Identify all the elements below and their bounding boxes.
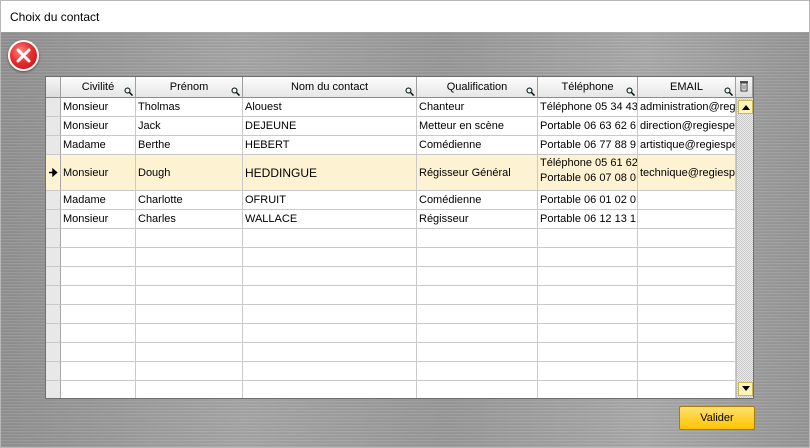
row-selector[interactable] [46,155,61,191]
dialog-window: Choix du contact Civilité Prénom Nom du … [0,0,810,448]
empty-row [46,362,736,381]
close-button[interactable] [8,40,39,71]
table-row[interactable]: Madame Berthe HEBERT Comédienne Portable… [46,136,736,155]
empty-row [46,343,736,362]
row-selector[interactable] [46,191,61,210]
empty-row [46,305,736,324]
validate-button[interactable]: Valider [679,406,755,430]
arrow-down-icon [742,386,750,391]
search-icon[interactable] [724,87,733,96]
column-header-email[interactable]: EMAIL [638,77,736,98]
table-row[interactable]: Madame Charlotte OFRUIT Comédienne Porta… [46,191,736,210]
header-tools [736,77,753,98]
row-pointer-icon [49,168,58,177]
title-bar: Choix du contact [1,1,809,32]
column-header-telephone[interactable]: Téléphone [538,77,638,98]
empty-row [46,286,736,305]
column-header-qualification[interactable]: Qualification [417,77,538,98]
window-title: Choix du contact [10,10,100,24]
scroll-up-button[interactable] [738,100,753,114]
empty-row [46,229,736,248]
empty-row [46,267,736,286]
scroll-down-button[interactable] [738,382,753,396]
empty-row [46,324,736,343]
arrow-up-icon [742,105,750,110]
row-selector[interactable] [46,117,61,136]
column-header-prenom[interactable]: Prénom [136,77,243,98]
row-selector[interactable] [46,98,61,117]
table-row[interactable]: Monsieur Charles WALLACE Régisseur Porta… [46,210,736,229]
table-row-selected[interactable]: Monsieur Dough HEDDINGUE Régisseur Génér… [46,155,736,191]
search-icon[interactable] [405,87,414,96]
search-icon[interactable] [626,87,635,96]
search-icon[interactable] [124,87,133,96]
row-selector[interactable] [46,136,61,155]
column-header-civilite[interactable]: Civilité [61,77,136,98]
table-row[interactable]: Monsieur Jack DEJEUNE Metteur en scène P… [46,117,736,136]
search-icon[interactable] [231,87,240,96]
close-icon [16,48,31,63]
contacts-table: Civilité Prénom Nom du contact Qualifica… [45,76,754,399]
empty-row [46,248,736,267]
empty-row [46,381,736,398]
table-header: Civilité Prénom Nom du contact Qualifica… [46,77,753,98]
header-corner [46,77,61,98]
search-icon[interactable] [526,87,535,96]
trash-icon[interactable] [739,80,749,92]
row-selector[interactable] [46,210,61,229]
column-header-nom[interactable]: Nom du contact [243,77,417,98]
table-row[interactable]: Monsieur Tholmas Alouest Chanteur Téléph… [46,98,736,117]
vertical-scrollbar[interactable] [736,98,753,398]
